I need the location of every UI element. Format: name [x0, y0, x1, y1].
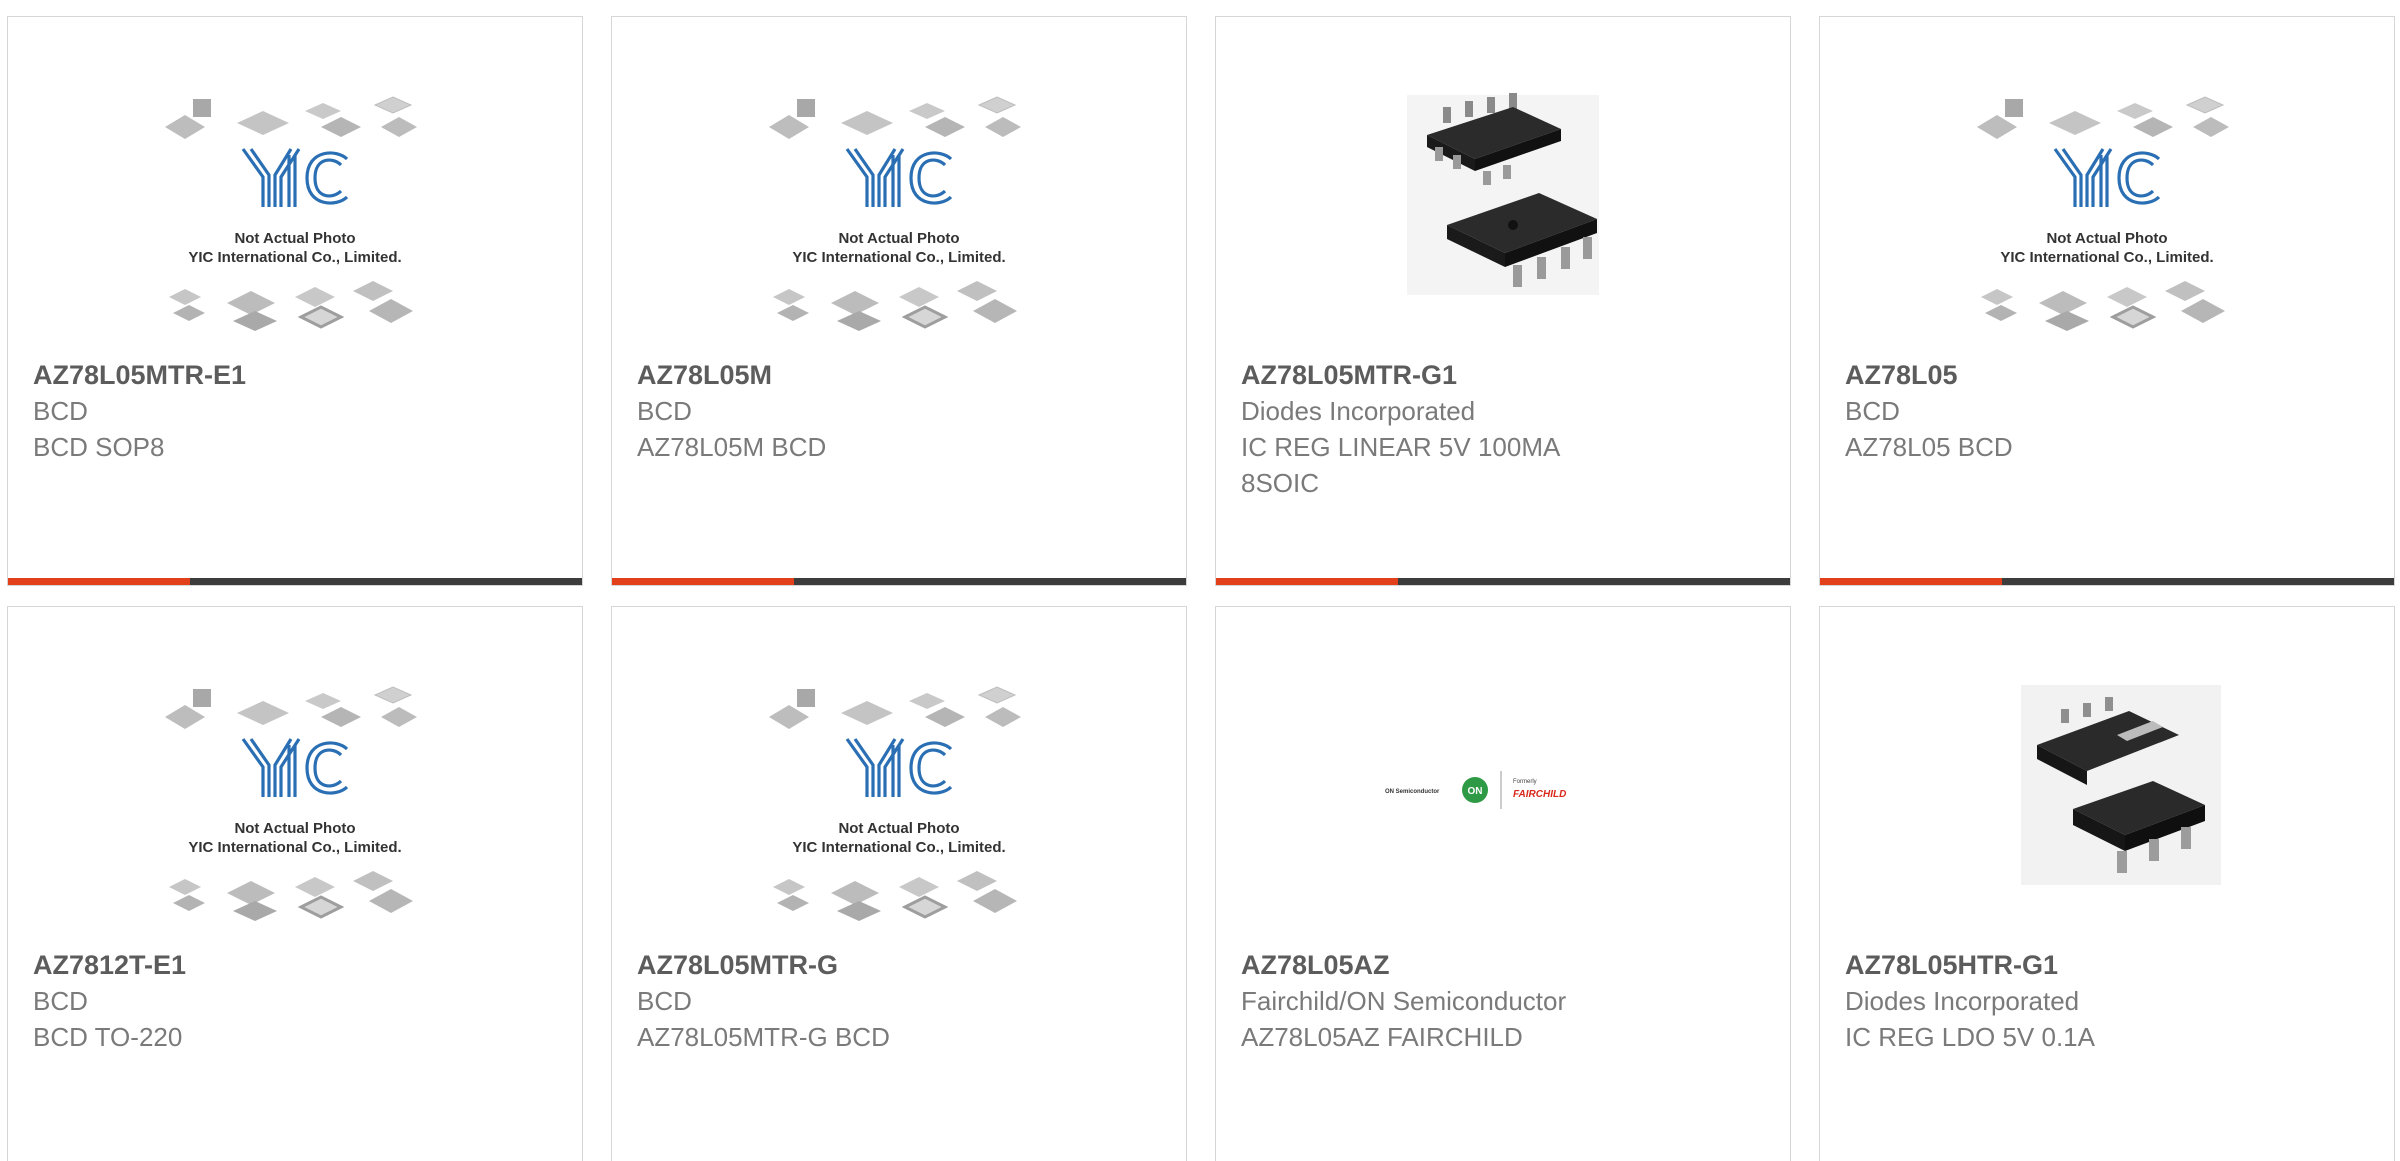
accent-bar	[612, 578, 794, 585]
part-number-link[interactable]: AZ78L05MTR-E1	[33, 357, 557, 393]
part-number-link[interactable]: AZ78L05MTR-G1	[1241, 357, 1765, 393]
product-card[interactable]: AZ78L05HTR-G1 Diodes Incorporated IC REG…	[1819, 606, 2395, 1161]
accent-bar	[8, 578, 190, 585]
product-image[interactable]	[1967, 675, 2247, 925]
description: IC REG LINEAR 5V 100MA 8SOIC	[1241, 432, 1561, 498]
manufacturer: BCD	[1845, 396, 1900, 426]
description: AZ78L05M BCD	[637, 432, 827, 462]
part-number-link[interactable]: AZ78L05	[1845, 357, 2369, 393]
fairchild-logo-image: ON Semiconductor ON Formerly FAIRCHILD	[1385, 771, 1566, 809]
svg-text:ON Semiconductor: ON Semiconductor	[1385, 789, 1440, 795]
svg-text:Not Actual Photo: Not Actual Photo	[234, 820, 355, 837]
svg-text:YIC International Co., Limited: YIC International Co., Limited.	[188, 839, 401, 856]
card-footer-bar	[1820, 578, 2394, 585]
accent-bar	[1820, 578, 2002, 585]
product-card[interactable]: Not Actual Photo YIC International Co., …	[7, 16, 583, 586]
description: BCD TO-220	[33, 1022, 183, 1052]
yic-placeholder-image: Not Actual Photo YIC International Co., …	[759, 675, 1039, 925]
svg-text:YIC International Co., Limited: YIC International Co., Limited.	[188, 249, 401, 266]
card-footer-bar	[612, 578, 1186, 585]
product-card[interactable]: Not Actual Photo YIC International Co., …	[1819, 16, 2395, 586]
description: AZ78L05MTR-G BCD	[637, 1022, 890, 1052]
product-image[interactable]: Not Actual Photo YIC International Co., …	[155, 85, 435, 335]
description: BCD SOP8	[33, 432, 165, 462]
product-image[interactable]: Not Actual Photo YIC International Co., …	[1967, 85, 2247, 335]
svg-text:Not Actual Photo: Not Actual Photo	[234, 230, 355, 247]
product-card[interactable]: ON Semiconductor ON Formerly FAIRCHILD A…	[1215, 606, 1791, 1161]
product-image[interactable]: Not Actual Photo YIC International Co., …	[759, 675, 1039, 925]
yic-placeholder-image: Not Actual Photo YIC International Co., …	[155, 85, 435, 335]
svg-text:ON: ON	[1468, 786, 1483, 797]
svg-text:YIC International Co., Limited: YIC International Co., Limited.	[792, 839, 1005, 856]
manufacturer: Diodes Incorporated	[1241, 396, 1476, 426]
description: AZ78L05 BCD	[1845, 432, 2013, 462]
description: AZ78L05AZ FAIRCHILD	[1241, 1022, 1523, 1052]
product-grid: Not Actual Photo YIC International Co., …	[0, 0, 2400, 1161]
manufacturer: Fairchild/ON Semiconductor	[1241, 986, 1567, 1016]
yic-placeholder-image: Not Actual Photo YIC International Co., …	[155, 675, 435, 925]
product-card[interactable]: Not Actual Photo YIC International Co., …	[611, 16, 1187, 586]
svg-text:Formerly: Formerly	[1513, 779, 1537, 785]
manufacturer: Diodes Incorporated	[1845, 986, 2080, 1016]
product-image[interactable]: Not Actual Photo YIC International Co., …	[155, 675, 435, 925]
svg-text:YIC International Co., Limited: YIC International Co., Limited.	[2000, 249, 2213, 266]
description: IC REG LDO 5V 0.1A	[1845, 1022, 2095, 1052]
soic8-chip-image	[1363, 85, 1643, 335]
svg-text:YIC International Co., Limited: YIC International Co., Limited.	[792, 249, 1005, 266]
part-number-link[interactable]: AZ78L05HTR-G1	[1845, 947, 2369, 983]
manufacturer: BCD	[33, 396, 88, 426]
part-number-link[interactable]: AZ78L05AZ	[1241, 947, 1765, 983]
accent-bar	[1216, 578, 1398, 585]
product-card[interactable]: AZ78L05MTR-G1 Diodes Incorporated IC REG…	[1215, 16, 1791, 586]
svg-text:FAIRCHILD: FAIRCHILD	[1513, 789, 1566, 800]
part-number-link[interactable]: AZ7812T-E1	[33, 947, 557, 983]
card-footer-bar	[8, 578, 582, 585]
svg-text:Not Actual Photo: Not Actual Photo	[2046, 230, 2167, 247]
product-image[interactable]	[1363, 85, 1643, 335]
manufacturer: BCD	[637, 396, 692, 426]
product-card[interactable]: Not Actual Photo YIC International Co., …	[7, 606, 583, 1161]
card-footer-bar	[1216, 578, 1790, 585]
part-number-link[interactable]: AZ78L05MTR-G	[637, 947, 1161, 983]
yic-placeholder-image: Not Actual Photo YIC International Co., …	[759, 85, 1039, 335]
svg-text:Not Actual Photo: Not Actual Photo	[838, 820, 959, 837]
sot223-chip-image	[1967, 675, 2247, 925]
product-image[interactable]: Not Actual Photo YIC International Co., …	[759, 85, 1039, 335]
manufacturer: BCD	[33, 986, 88, 1016]
manufacturer: BCD	[637, 986, 692, 1016]
svg-text:Not Actual Photo: Not Actual Photo	[838, 230, 959, 247]
product-image[interactable]: ON Semiconductor ON Formerly FAIRCHILD	[1363, 675, 1643, 925]
part-number-link[interactable]: AZ78L05M	[637, 357, 1161, 393]
yic-placeholder-image: Not Actual Photo YIC International Co., …	[1967, 85, 2247, 335]
product-card[interactable]: Not Actual Photo YIC International Co., …	[611, 606, 1187, 1161]
